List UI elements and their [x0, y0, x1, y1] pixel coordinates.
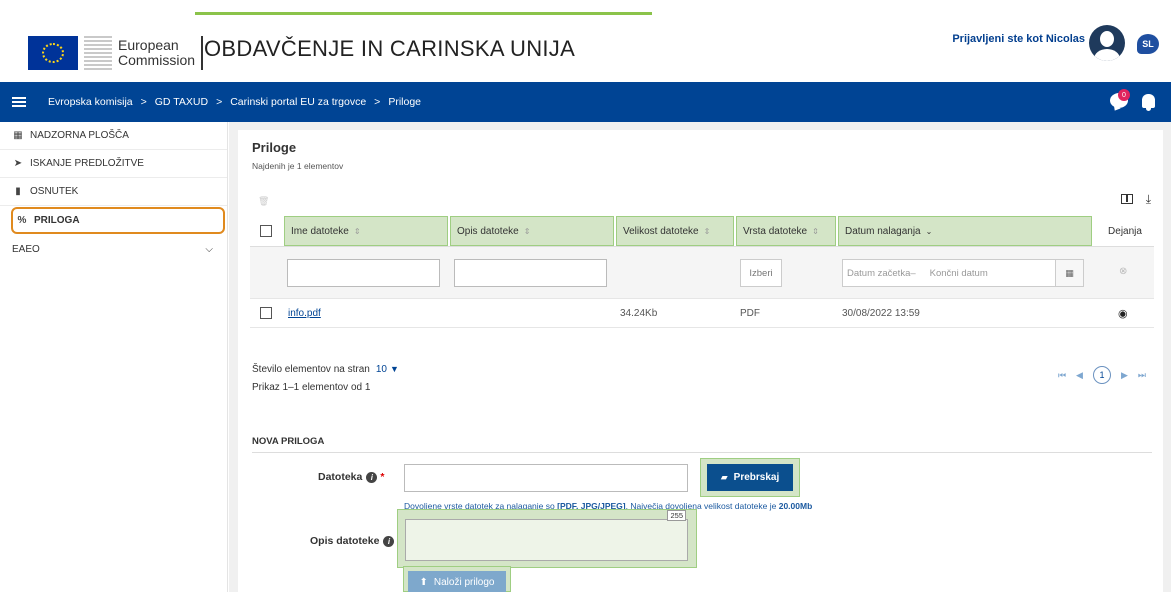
folder-open-icon: ▰: [720, 472, 728, 482]
breadcrumb-item[interactable]: Evropska komisija: [48, 96, 133, 108]
file-link[interactable]: info.pdf: [288, 308, 321, 319]
pagination-summary: Prikaz 1–1 elementov od 1: [252, 382, 371, 393]
eu-flag-icon: [28, 36, 78, 70]
section-divider: [252, 452, 1152, 453]
file-type-cell: PDF: [740, 308, 760, 319]
eye-icon[interactable]: ◉: [1118, 307, 1128, 320]
per-page-select[interactable]: 10: [376, 364, 387, 375]
table-header: Ime datoteke ⇕ Opis datoteke ⇕ Velikost da…: [250, 216, 1154, 246]
required-mark: *: [380, 471, 385, 483]
date-start-input[interactable]: Datum začetka–: [847, 268, 916, 279]
building-icon: [84, 36, 112, 70]
column-file-description[interactable]: Opis datoteke ⇕: [450, 216, 614, 246]
last-page-icon[interactable]: ⏭: [1138, 370, 1146, 381]
row-checkbox[interactable]: [260, 307, 272, 319]
sidebar-group-eaeo[interactable]: EAEO ⌵: [0, 235, 227, 263]
breadcrumb-item[interactable]: GD TAXUD: [155, 96, 208, 108]
sidebar-item-search-submission[interactable]: ➤ ISKANJE PREDLOŽITVE: [0, 150, 227, 178]
attachments-table: Ime datoteke ⇕ Opis datoteke ⇕ Velikost da…: [250, 216, 1154, 328]
browse-highlight: ▰ Prebrskaj: [700, 458, 800, 497]
sort-icon: ⇕: [353, 226, 361, 236]
filter-date-range[interactable]: Datum začetka– Končni datum ▦: [842, 259, 1084, 287]
info-icon[interactable]: i: [366, 471, 378, 483]
file-icon: ▮: [15, 186, 21, 197]
breadcrumb-item[interactable]: Carinski portal EU za trgovce: [230, 96, 366, 108]
sort-icon: ⇕: [812, 226, 819, 236]
columns-icon[interactable]: [1121, 194, 1133, 204]
sort-icon: ⇕: [703, 226, 711, 236]
description-label: Opis datoteke i: [310, 535, 395, 547]
date-end-input[interactable]: Končni datum: [930, 268, 988, 279]
send-icon: ➤: [13, 158, 23, 169]
upload-icon: ⬆: [419, 576, 428, 588]
first-page-icon[interactable]: ⏮: [1058, 370, 1066, 381]
clear-filter-icon[interactable]: ⊗: [1119, 266, 1127, 277]
breadcrumb-separator: >: [374, 96, 381, 108]
select-all-checkbox[interactable]: [260, 225, 272, 237]
paperclip-icon: %: [17, 215, 27, 226]
upload-highlight: ⬆ Naloži prilogo: [403, 566, 511, 592]
prev-page-icon[interactable]: ◀: [1076, 370, 1083, 381]
language-selector[interactable]: SL: [1137, 34, 1159, 54]
column-file-size[interactable]: Velikost datoteke ⇕: [616, 216, 734, 246]
description-highlight: 255: [397, 509, 697, 568]
column-upload-date[interactable]: Datum nalaganja ⌄: [838, 216, 1092, 246]
column-actions: Dejanja: [1096, 216, 1154, 246]
dashboard-icon: ▦: [13, 130, 23, 141]
filter-file-type-select[interactable]: Izberi: [740, 259, 782, 287]
logo-separator: [201, 36, 204, 70]
navbar: Evropska komisija > GD TAXUD > Carinski …: [0, 82, 1171, 122]
sort-icon: ⇕: [523, 226, 531, 236]
column-file-name[interactable]: Ime datoteke ⇕: [284, 216, 448, 246]
calendar-icon[interactable]: ▦: [1055, 260, 1083, 286]
pagination: ⏮ ◀ 1 ▶ ⏭: [1053, 366, 1151, 384]
new-attachment-heading: NOVA PRILOGA: [252, 436, 325, 447]
avatar[interactable]: [1089, 25, 1125, 61]
char-counter: 255: [667, 510, 686, 521]
org-name: European Commission: [118, 37, 196, 68]
result-count: Najdenih je 1 elementov: [252, 161, 344, 171]
chat-icon[interactable]: 0: [1110, 89, 1130, 108]
table-row: info.pdf 34.24Kb PDF 30/08/2022 13:59 ◉: [250, 298, 1154, 328]
site-header: European Commission: [0, 15, 1171, 83]
description-textarea[interactable]: [405, 519, 688, 561]
breadcrumb: Evropska komisija > GD TAXUD > Carinski …: [48, 96, 421, 108]
caret-down-icon[interactable]: ▼: [390, 364, 399, 374]
breadcrumb-separator: >: [216, 96, 223, 108]
top-accent-bar: [0, 0, 1171, 15]
sort-desc-icon: ⌄: [925, 226, 933, 236]
notification-badge: 0: [1118, 89, 1130, 101]
upload-date-cell: 30/08/2022 13:59: [842, 308, 920, 319]
bell-icon[interactable]: [1142, 93, 1155, 111]
sidebar-item-draft[interactable]: ▮ OSNUTEK: [0, 178, 227, 206]
current-page[interactable]: 1: [1092, 366, 1111, 384]
per-page-control: Število elementov na stran 10 ▼: [252, 364, 399, 375]
app-title: OBDAVČENJE IN CARINSKA UNIJA: [204, 36, 576, 61]
next-page-icon[interactable]: ▶: [1121, 370, 1128, 381]
file-size-cell: 34.24Kb: [620, 308, 658, 319]
upload-button[interactable]: ⬆ Naloži prilogo: [408, 571, 506, 592]
attachments-card: Priloge Najdenih je 1 elementov 🗑 ⤓ Ime …: [238, 130, 1163, 592]
column-file-type[interactable]: Vrsta datoteke ⇕: [736, 216, 836, 246]
sidebar-item-attachment[interactable]: % PRILOGA: [11, 207, 225, 234]
filter-file-name-input[interactable]: [287, 259, 440, 287]
menu-icon[interactable]: [12, 97, 26, 107]
download-icon[interactable]: ⤓: [1146, 192, 1151, 207]
filter-row: Izberi Datum začetka– Končni datum ▦ ⊗: [250, 246, 1154, 298]
file-label: Datoteka i *: [318, 471, 385, 483]
browse-button[interactable]: ▰ Prebrskaj: [707, 464, 793, 491]
breadcrumb-separator: >: [140, 96, 147, 108]
file-input[interactable]: [404, 464, 688, 492]
sidebar-item-dashboard[interactable]: ▦ NADZORNA PLOŠČA: [0, 122, 227, 150]
info-icon[interactable]: i: [383, 535, 395, 547]
ec-logo[interactable]: European Commission: [28, 36, 204, 70]
trash-icon[interactable]: 🗑: [258, 196, 269, 207]
breadcrumb-current: Priloge: [388, 96, 421, 108]
user-greeting: Prijavljeni ste kot Nicolas: [952, 33, 1085, 45]
chevron-down-icon: ⌵: [205, 243, 213, 255]
page-title: Priloge: [252, 140, 297, 155]
sidebar: ▦ NADZORNA PLOŠČA ➤ ISKANJE PREDLOŽITVE …: [0, 122, 228, 592]
filter-file-description-input[interactable]: [454, 259, 607, 287]
